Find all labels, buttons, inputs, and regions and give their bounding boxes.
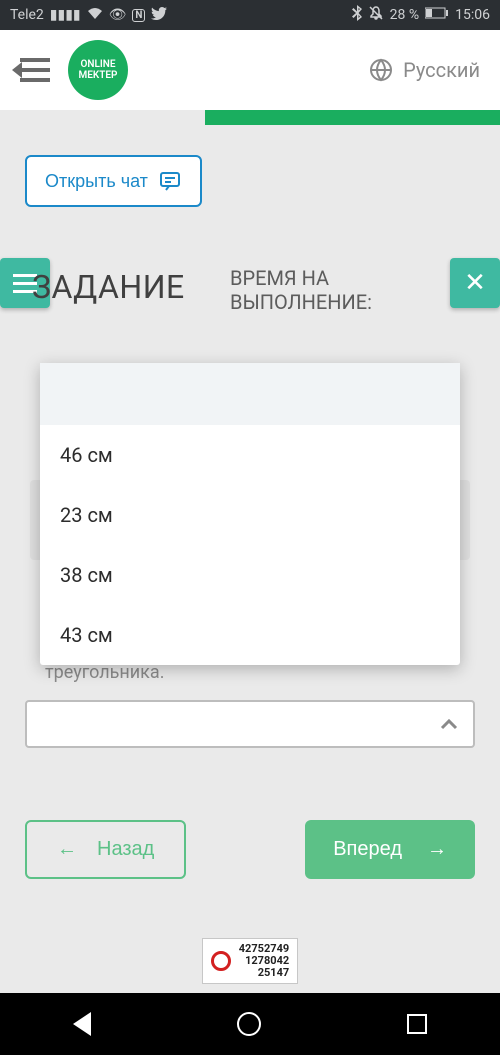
dropdown-option[interactable]: 23 см	[40, 485, 460, 545]
menu-toggle-icon[interactable]	[20, 58, 50, 82]
task-time-label-1: ВРЕМЯ НА	[230, 266, 329, 290]
back-button[interactable]: ← Назад	[25, 820, 186, 879]
chat-button-label: Открыть чат	[45, 171, 148, 192]
mute-icon	[368, 5, 384, 25]
question-text-fragment: треугольника.	[45, 662, 164, 683]
arrow-left-icon: ←	[57, 838, 77, 861]
clock: 15:06	[455, 7, 490, 23]
android-nav-bar	[0, 993, 500, 1055]
counter-ring-icon	[211, 951, 231, 971]
dropdown-option[interactable]: 46 см	[40, 425, 460, 485]
battery-icon	[425, 7, 449, 23]
task-header: ✕ ЗАДАНИЕ ВРЕМЯ НА ВЫПОЛНЕНИЕ:	[0, 262, 500, 332]
logo-line1: ONLINE	[81, 59, 116, 70]
back-label: Назад	[97, 838, 154, 861]
chevron-up-icon	[440, 718, 458, 730]
eye-icon: 👁	[109, 7, 127, 23]
language-label: Русский	[403, 58, 480, 82]
arrow-right-icon: →	[427, 838, 447, 861]
language-switcher[interactable]: Русский	[369, 58, 480, 82]
chat-icon	[158, 169, 182, 193]
dropdown-option[interactable]: 38 см	[40, 545, 460, 605]
task-title: ЗАДАНИЕ	[32, 268, 185, 306]
dropdown-blank-option[interactable]	[40, 363, 460, 425]
answer-dropdown: 46 см 23 см 38 см 43 см	[40, 363, 460, 665]
nav-home-icon[interactable]	[237, 1012, 261, 1036]
wifi-icon	[87, 7, 103, 23]
globe-icon	[369, 58, 393, 82]
forward-label: Вперед	[333, 838, 402, 861]
carrier-label: Tele2	[10, 7, 44, 23]
twitter-icon	[151, 7, 167, 24]
counter-line: 25147	[258, 967, 290, 979]
android-status-bar: Tele2 ▮▮▮▮ 👁 N 28 % 15:06	[0, 0, 500, 30]
logo: ONLINE MEKTEP	[68, 40, 128, 100]
answer-select[interactable]	[25, 700, 475, 748]
bluetooth-icon	[352, 5, 362, 25]
progress-bar	[0, 110, 500, 125]
open-chat-button[interactable]: Открыть чат	[25, 155, 202, 207]
logo-line2: MEKTEP	[79, 70, 118, 81]
nfc-icon: N	[132, 9, 145, 22]
close-button[interactable]: ✕	[450, 258, 500, 308]
signal-icon: ▮▮▮▮	[50, 7, 81, 23]
nav-back-icon[interactable]	[73, 1012, 91, 1036]
battery-pct: 28 %	[390, 7, 419, 23]
app-header: ONLINE MEKTEP Русский	[0, 30, 500, 110]
nav-recent-icon[interactable]	[407, 1014, 427, 1034]
forward-button[interactable]: Вперед →	[305, 820, 475, 879]
footer-counter: 42752749 1278042 25147	[0, 938, 500, 984]
dropdown-option[interactable]: 43 см	[40, 605, 460, 665]
task-time-label-2: ВЫПОЛНЕНИЕ:	[230, 290, 372, 314]
